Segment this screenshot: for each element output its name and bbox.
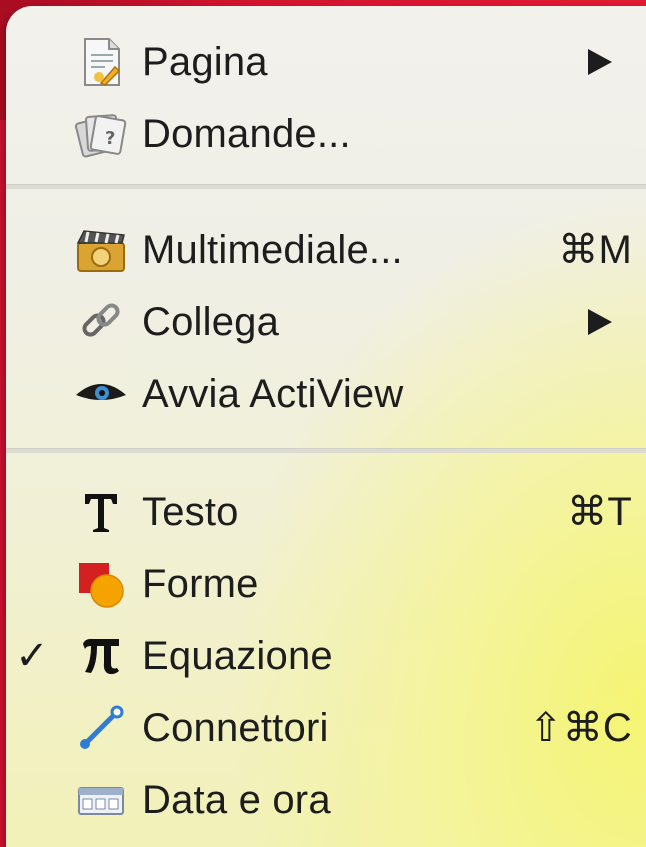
menu-item-avvia-actiview[interactable]: Avvia ActiView [6, 358, 646, 430]
page-icon [70, 36, 132, 88]
menu-item-collega[interactable]: Collega [6, 286, 646, 358]
menu-item-pagina[interactable]: Pagina [6, 26, 646, 98]
menu-item-label: Multimediale... [142, 227, 403, 272]
menu-item-label: Equazione [142, 633, 333, 678]
menu-item-label: Collega [142, 299, 280, 344]
menu-item-label: Domande... [142, 111, 351, 156]
menu-item-testo[interactable]: Testo ⌘T [6, 476, 646, 548]
menu-item-equazione[interactable]: ✓ Equazione [6, 620, 646, 692]
shortcut-label: ⇧⌘C [528, 706, 632, 750]
menu-item-data-e-ora[interactable]: Data e ora [6, 764, 646, 836]
menu-separator [6, 184, 646, 189]
link-icon [70, 296, 132, 348]
shapes-icon [70, 558, 132, 610]
connector-icon [70, 702, 132, 754]
svg-text:?: ? [105, 128, 116, 149]
insert-context-menu: Pagina ? Domande... Multimediale... ⌘M C… [6, 6, 646, 847]
text-icon [70, 486, 132, 538]
calendar-icon [70, 774, 132, 826]
menu-item-label: Forme [142, 561, 259, 606]
menu-item-label: Pagina [142, 39, 268, 84]
checkmark-icon: ✓ [15, 634, 49, 678]
shortcut-label: ⌘T [567, 490, 632, 534]
menu-item-connettori[interactable]: Connettori ⇧⌘C [6, 692, 646, 764]
questions-icon: ? [70, 108, 132, 160]
menu-item-label: Testo [142, 489, 239, 534]
eye-icon [70, 368, 132, 420]
shortcut-label: ⌘M [558, 228, 632, 272]
menu-item-multimediale[interactable]: Multimediale... ⌘M [6, 214, 646, 286]
menu-item-domande[interactable]: ? Domande... [6, 98, 646, 170]
menu-separator [6, 448, 646, 453]
menu-item-forme[interactable]: Forme [6, 548, 646, 620]
submenu-arrow-icon [588, 49, 612, 75]
menu-item-label: Data e ora [142, 777, 331, 822]
pi-icon [70, 630, 132, 682]
menu-item-label: Avvia ActiView [142, 371, 404, 416]
submenu-arrow-icon [588, 309, 612, 335]
menu-item-label: Connettori [142, 705, 329, 750]
multimedia-icon [70, 224, 132, 276]
